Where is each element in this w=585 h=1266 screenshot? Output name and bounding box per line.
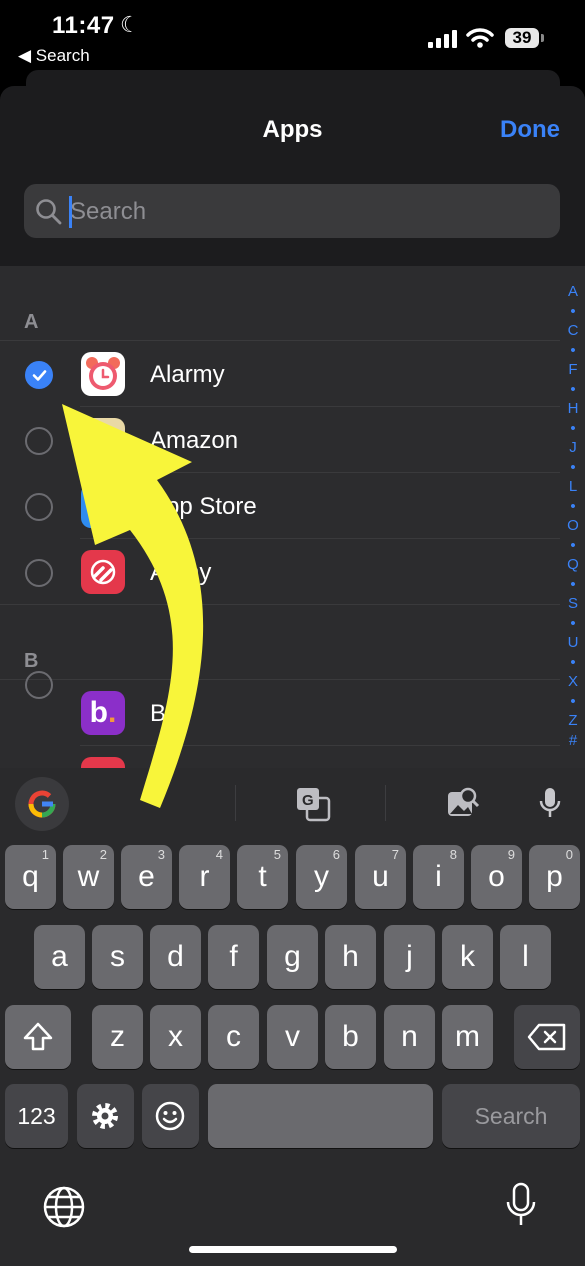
annotation-arrow [62, 404, 204, 808]
